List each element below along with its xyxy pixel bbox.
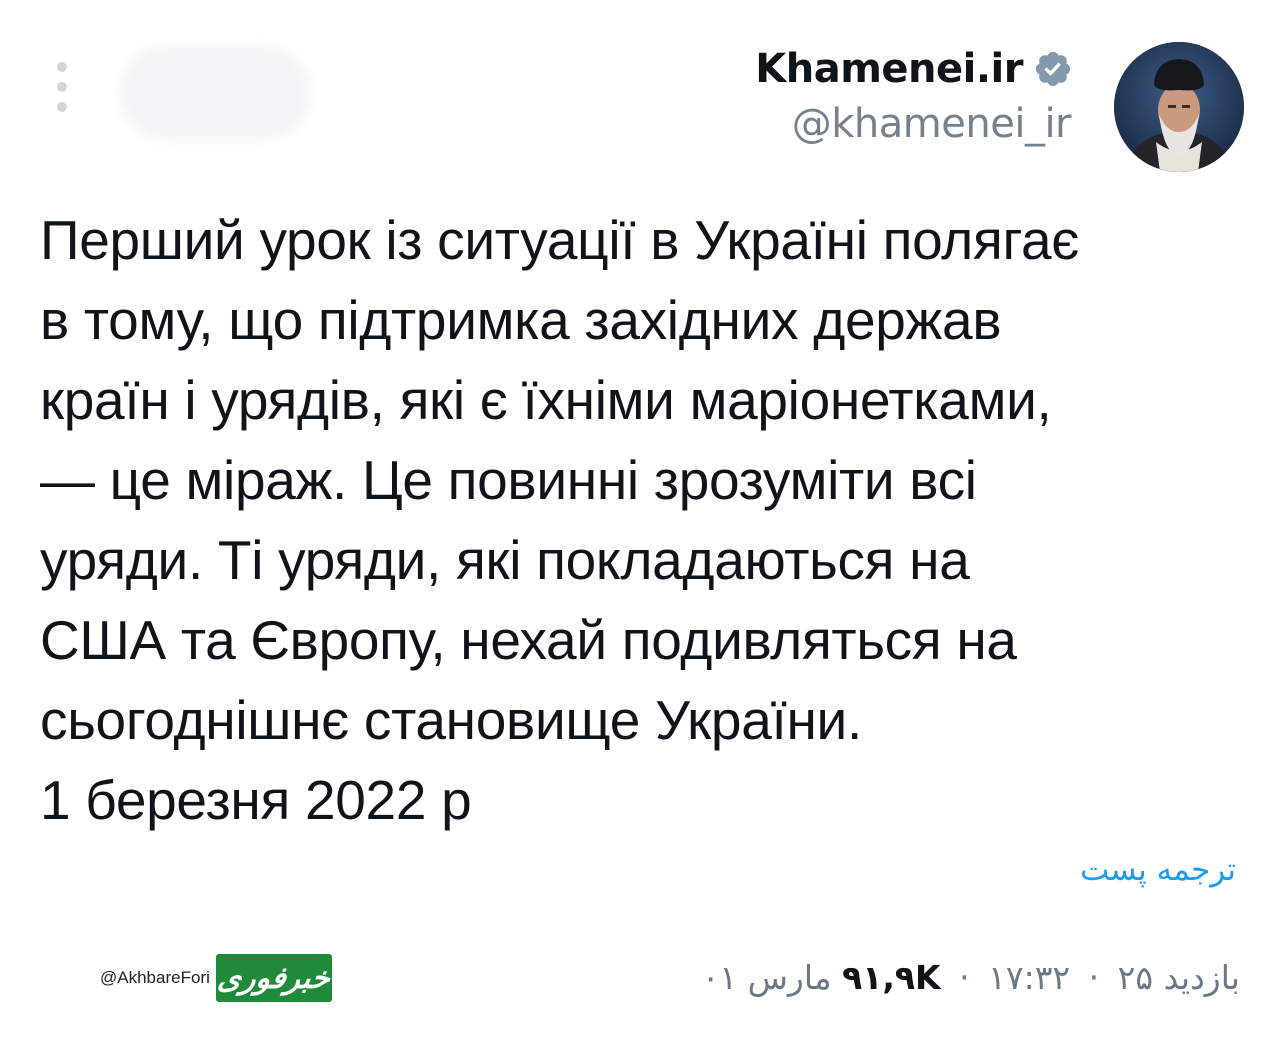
more-dot	[57, 62, 67, 72]
tweet-card: Khamenei.ir @khamenei_ir Перший урок із …	[0, 0, 1280, 1052]
tweet-meta: بازدید ۹۱,۹K · ۱۷:۳۲ · ۲۵ مارس ۰۱	[702, 958, 1240, 997]
avatar[interactable]	[1114, 42, 1244, 172]
watermark-logo-text: خبرفوری	[215, 960, 332, 996]
tweet-body: Перший урок із ситуації в Україні поляга…	[40, 200, 1230, 840]
tweet-text-line: уряди. Ті уряди, які покладаються на	[40, 529, 970, 591]
views-count[interactable]: ۹۱,۹K	[842, 958, 941, 997]
tweet-text-line: в тому, що підтримка західних держав	[40, 289, 1002, 351]
views-label: بازدید	[1163, 958, 1240, 997]
tweet-time[interactable]: ۱۷:۳۲	[988, 958, 1070, 997]
tweet-text-line: 1 березня 2022 р	[40, 769, 472, 831]
tweet-text-line: Перший урок із ситуації в Україні поляга…	[40, 209, 1080, 271]
tweet-text-line: країн і урядів, які є їхніми маріонеткам…	[40, 369, 1052, 431]
watermark-handle: @AkhbareFori	[100, 968, 210, 987]
tweet-text-line: — це міраж. Це повинні зрозуміти всі	[40, 449, 977, 511]
more-options-icon[interactable]	[50, 62, 74, 112]
more-dot	[57, 102, 67, 112]
blurred-region	[120, 45, 310, 140]
verified-badge-icon	[1035, 51, 1071, 87]
meta-separator: ·	[959, 958, 970, 997]
author-name-row[interactable]: Khamenei.ir	[755, 46, 1073, 92]
translate-post-link[interactable]: ترجمه پست	[1080, 852, 1236, 888]
more-dot	[57, 82, 67, 92]
watermark-logo: خبرفوری	[215, 954, 332, 1002]
avatar-portrait	[1114, 42, 1244, 172]
author-display-name[interactable]: Khamenei.ir	[755, 46, 1023, 92]
tweet-text-line: США та Європу, нехай подивляться на	[40, 609, 1017, 671]
tweet-text-line: сьогоднішнє становище України.	[40, 689, 862, 751]
meta-separator: ·	[1088, 958, 1100, 997]
watermark: @AkhbareFori خبرفوری	[100, 954, 332, 1002]
author-handle[interactable]: @khamenei_ir	[792, 101, 1072, 147]
